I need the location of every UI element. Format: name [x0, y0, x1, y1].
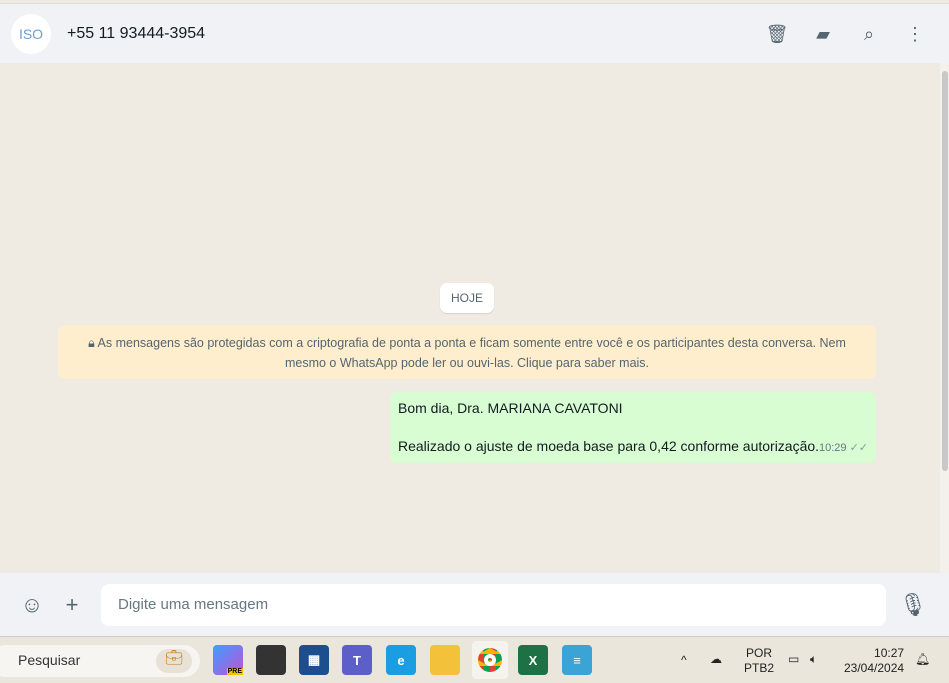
- encryption-notice[interactable]: 🔒︎ As mensagens são protegidas com a cri…: [58, 325, 876, 379]
- chat-area: [0, 63, 940, 573]
- taskbar-search[interactable]: Pesquisar 💼︎: [0, 645, 200, 677]
- briefcase-icon: 💼︎: [156, 649, 192, 673]
- message-input[interactable]: Digite uma mensagem: [101, 584, 886, 626]
- message-time: 10:29: [818, 442, 847, 454]
- edge-icon[interactable]: e: [386, 645, 416, 675]
- label-icon[interactable]: ▰: [811, 22, 835, 46]
- message-line: Realizado o ajuste de moeda base para 0,…: [398, 438, 820, 454]
- task-view-icon[interactable]: [256, 645, 286, 675]
- network-icon[interactable]: ▭: [788, 652, 799, 667]
- chrome-icon[interactable]: [472, 641, 508, 679]
- notification-bell-icon[interactable]: 🔔︎: [915, 652, 930, 667]
- avatar[interactable]: ISO: [11, 13, 51, 54]
- menu-icon[interactable]: ⋮: [903, 22, 927, 46]
- taskbar: Pesquisar 💼︎ PRE ▦ T e X ≡ ^ ☁ POR PTB2 ▭…: [0, 636, 949, 683]
- date-chip: HOJE: [440, 283, 494, 313]
- contact-name[interactable]: +55 11 93444-3954: [67, 25, 205, 43]
- scrollbar[interactable]: [940, 63, 949, 573]
- chat-header: ISO +55 11 93444-3954 🗑 ▰ ⌕ ⋮: [0, 3, 949, 63]
- attach-plus-icon[interactable]: +: [58, 592, 86, 618]
- language-indicator[interactable]: POR PTB2: [744, 646, 774, 676]
- file-explorer-icon[interactable]: [430, 645, 460, 675]
- lock-icon: 🔒︎: [88, 336, 98, 350]
- search-icon[interactable]: ⌕: [857, 22, 881, 46]
- message-bubble[interactable]: Bom dia, Dra. MARIANA CAVATONI Realizado…: [390, 392, 876, 463]
- compose-bar: ☺ + Digite uma mensagem 🎙︎: [0, 573, 949, 636]
- teams-icon[interactable]: T: [342, 645, 372, 675]
- notepad-icon[interactable]: ≡: [562, 645, 592, 675]
- store-icon[interactable]: ▦: [299, 645, 329, 675]
- delete-icon[interactable]: 🗑: [765, 22, 789, 46]
- clock[interactable]: 10:27 23/04/2024: [844, 646, 904, 676]
- excel-icon[interactable]: X: [518, 645, 548, 675]
- copilot-icon[interactable]: PRE: [213, 645, 243, 675]
- emoji-icon[interactable]: ☺: [18, 592, 46, 618]
- volume-icon[interactable]: 🔈︎: [810, 652, 817, 667]
- onedrive-offline-icon[interactable]: ☁: [710, 652, 722, 667]
- microphone-icon[interactable]: 🎙︎: [899, 592, 927, 618]
- message-line: Bom dia, Dra. MARIANA CAVATONI: [398, 400, 623, 416]
- read-receipt-icon: ✓✓: [849, 442, 868, 454]
- show-hidden-icons[interactable]: ^: [681, 653, 687, 668]
